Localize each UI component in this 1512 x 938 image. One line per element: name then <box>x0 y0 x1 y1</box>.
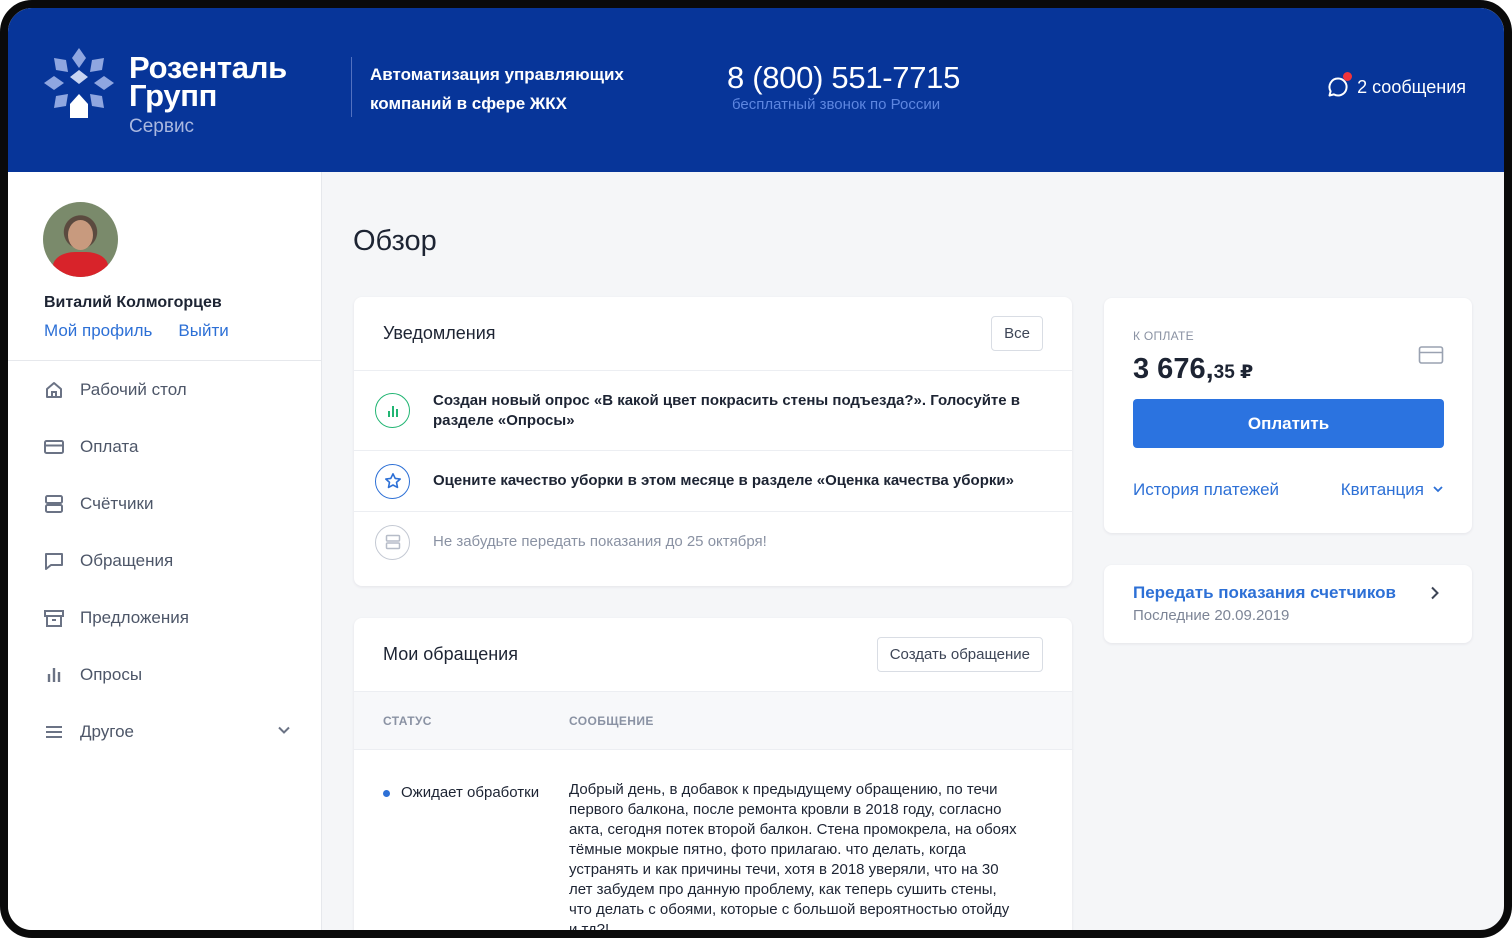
poll-icon <box>375 393 410 428</box>
sidebar-item-label: Счётчики <box>80 493 154 513</box>
chat-icon <box>44 551 64 571</box>
notifications-card: Уведомления Все Создан новый опрос «В ка… <box>354 297 1072 586</box>
sidebar-item-appeals[interactable]: Обращения <box>8 532 321 589</box>
sidebar-item-meters[interactable]: Счётчики <box>8 475 321 532</box>
payment-amount: 3 676,35 ₽ <box>1133 353 1253 386</box>
user-links: Мой профиль Выйти <box>44 321 229 341</box>
menu-icon <box>44 722 64 742</box>
sidebar-nav: Рабочий стол Оплата Счётчики Обращения П… <box>8 361 321 760</box>
meter-icon <box>375 524 410 560</box>
star-icon <box>375 463 410 499</box>
phone-number[interactable]: 8 (800) 551-7715 <box>727 60 960 96</box>
payment-card: К ОПЛАТЕ 3 676,35 ₽ Оплатить История пла… <box>1104 298 1472 533</box>
appeals-card: Мои обращения Создать обращение СТАТУС С… <box>354 618 1072 938</box>
brand-logo-icon[interactable] <box>42 46 116 120</box>
notifications-header: Уведомления Все <box>354 297 1072 371</box>
card-icon <box>44 437 64 457</box>
sidebar-item-other[interactable]: Другое <box>8 703 321 760</box>
user-name: Виталий Колмогорцев <box>44 294 222 311</box>
meter-readings-subtitle: Последние 20.09.2019 <box>1133 607 1290 624</box>
notification-text: Не забудьте передать показания до 25 окт… <box>433 533 767 550</box>
notifications-title: Уведомления <box>383 323 496 343</box>
sidebar-item-dashboard[interactable]: Рабочий стол <box>8 361 321 418</box>
receipt-dropdown[interactable]: Квитанция <box>1341 480 1444 500</box>
unread-dot <box>1343 72 1353 81</box>
receipt-label: Квитанция <box>1340 480 1424 499</box>
box-icon <box>44 608 64 628</box>
status-cell: Ожидает обработки <box>354 780 569 930</box>
page-title: Обзор <box>353 225 437 257</box>
payment-amount-main: 3 676, <box>1133 353 1214 385</box>
brand-name: Розенталь Групп Сервис <box>129 52 287 138</box>
table-header: СТАТУС СООБЩЕНИЕ <box>354 692 1072 750</box>
appeals-header: Мои обращения Создать обращение <box>354 618 1072 692</box>
column-status: СТАТУС <box>383 713 432 728</box>
header-divider <box>351 57 352 117</box>
sidebar: Виталий Колмогорцев Мой профиль Выйти Ра… <box>8 172 322 930</box>
brand-sub: Сервис <box>129 116 195 137</box>
chat-bubble-icon <box>1327 72 1353 98</box>
tagline-line-2: компаний в сфере ЖКХ <box>370 94 568 113</box>
credit-card-icon <box>1418 345 1444 370</box>
notification-item[interactable]: Оцените качество уборки в этом месяце в … <box>354 451 1072 512</box>
chevron-down-icon[interactable] <box>277 723 291 742</box>
sidebar-item-label: Рабочий стол <box>80 379 187 399</box>
chevron-right-icon <box>1430 586 1440 605</box>
sidebar-item-payment[interactable]: Оплата <box>8 418 321 475</box>
notification-text: Создан новый опрос «В какой цвет покраси… <box>433 391 1021 429</box>
logout-link[interactable]: Выйти <box>178 321 228 341</box>
notification-text: Оцените качество уборки в этом месяце в … <box>433 472 1014 489</box>
tagline-line-1: Автоматизация управляющих <box>370 65 624 84</box>
appeals-title: Мои обращения <box>383 644 518 664</box>
payment-amount-cents: 35 ₽ <box>1213 362 1254 383</box>
table-row[interactable]: Ожидает обработки Добрый день, в добавок… <box>354 750 1072 938</box>
app-window: Розенталь Групп Сервис Автоматизация упр… <box>0 0 1512 938</box>
poll-icon <box>44 665 64 685</box>
sidebar-item-label: Оплата <box>80 436 139 456</box>
sidebar-item-label: Другое <box>80 721 135 741</box>
sidebar-item-label: Опросы <box>80 664 143 684</box>
column-message: СООБЩЕНИЕ <box>569 713 654 728</box>
status-dot <box>383 790 390 797</box>
payment-links: История платежей Квитанция <box>1133 480 1444 500</box>
payment-history-link[interactable]: История платежей <box>1133 480 1279 500</box>
header: Розенталь Групп Сервис Автоматизация упр… <box>8 8 1504 172</box>
home-icon <box>44 380 64 400</box>
sidebar-item-label: Обращения <box>80 550 174 570</box>
all-notifications-button[interactable]: Все <box>991 316 1043 351</box>
meter-readings-title: Передать показания счетчиков <box>1133 583 1397 602</box>
sidebar-item-proposals[interactable]: Предложения <box>8 589 321 646</box>
notification-item[interactable]: Создан новый опрос «В какой цвет покраси… <box>354 371 1072 451</box>
sidebar-item-label: Предложения <box>80 607 189 627</box>
create-appeal-button[interactable]: Создать обращение <box>876 637 1043 672</box>
messages-button[interactable]: 2 сообщения <box>1327 72 1466 98</box>
message-cell: Добрый день, в добавок к предыдущему обр… <box>569 781 1017 938</box>
phone-subtitle: бесплатный звонок по России <box>732 96 941 113</box>
status-text: Ожидает обработки <box>401 784 540 801</box>
tagline: Автоматизация управляющих компаний в сфе… <box>370 60 670 118</box>
sidebar-item-polls[interactable]: Опросы <box>8 646 321 703</box>
meter-readings-card[interactable]: Передать показания счетчиков Последние 2… <box>1104 565 1472 643</box>
my-profile-link[interactable]: Мой профиль <box>44 321 152 341</box>
brand-line-2: Групп <box>129 78 218 113</box>
meter-icon <box>44 494 64 514</box>
messages-label: 2 сообщения <box>1357 76 1466 97</box>
notification-item[interactable]: Не забудьте передать показания до 25 окт… <box>354 512 1072 572</box>
avatar-head <box>68 220 93 250</box>
avatar-body <box>53 252 108 277</box>
avatar[interactable] <box>43 202 118 277</box>
pay-button[interactable]: Оплатить <box>1133 399 1444 448</box>
payment-label: К ОПЛАТЕ <box>1133 329 1194 343</box>
chevron-down-icon <box>1432 480 1444 500</box>
